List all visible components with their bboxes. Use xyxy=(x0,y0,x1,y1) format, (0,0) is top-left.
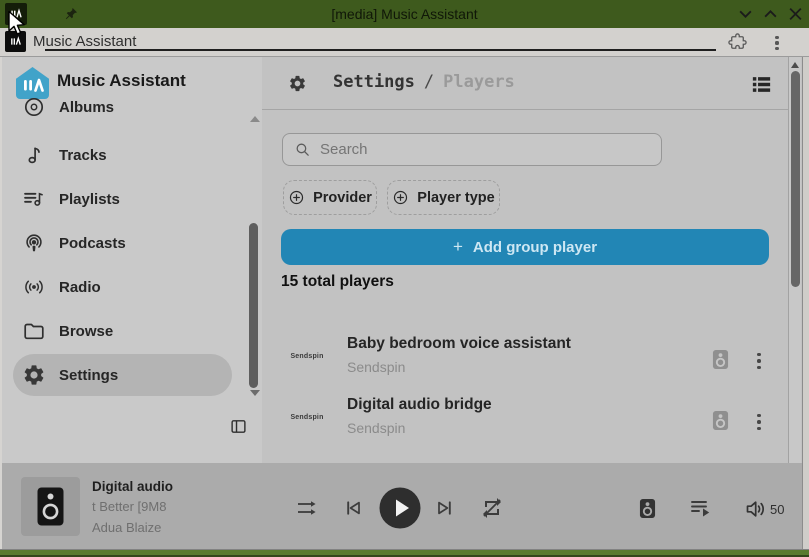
breadcrumb-separator: / xyxy=(424,72,434,92)
volume-icon[interactable] xyxy=(744,497,768,521)
plus-icon: + xyxy=(453,237,463,257)
radio-waves-icon xyxy=(22,275,46,299)
sidebar-item-label: Playlists xyxy=(59,191,120,208)
speaker-icon[interactable] xyxy=(712,410,729,431)
sidebar-item-albums[interactable]: Albums xyxy=(2,98,248,129)
album-icon xyxy=(22,98,46,119)
now-playing-artist: Adua Blaize xyxy=(92,520,161,535)
view-list-icon[interactable] xyxy=(752,76,771,93)
gear-icon xyxy=(22,363,46,387)
app-favicon xyxy=(5,31,26,52)
provider-logo: Sendspin xyxy=(282,414,332,421)
search-box xyxy=(282,133,662,166)
sidebar-item-browse[interactable]: Browse xyxy=(2,309,248,353)
filter-chip-label: Player type xyxy=(417,190,494,206)
search-input[interactable] xyxy=(320,141,661,158)
total-players-count: 15 total players xyxy=(281,273,394,291)
app-toolbar: Music Assistant xyxy=(0,28,809,57)
sidebar-scroll-down-arrow[interactable] xyxy=(250,390,260,396)
sidebar-item-podcasts[interactable]: Podcasts xyxy=(2,221,248,265)
scroll-up-arrow[interactable] xyxy=(791,62,799,68)
sidebar-item-tracks[interactable]: Tracks xyxy=(2,133,248,177)
window-maximize-button[interactable] xyxy=(763,7,778,21)
speaker-icon[interactable] xyxy=(712,349,729,370)
active-player-speaker-icon[interactable] xyxy=(639,498,656,519)
queue-music-icon xyxy=(22,187,46,211)
window-close-button[interactable] xyxy=(788,7,803,21)
app-window: [media] Music Assistant Music Assistant xyxy=(0,0,809,557)
player-row[interactable]: Sendspin Baby bedroom voice assistant Se… xyxy=(262,329,788,391)
main-scrollbar[interactable] xyxy=(788,57,801,463)
search-icon xyxy=(294,141,311,158)
sidebar-item-playlists[interactable]: Playlists xyxy=(2,177,248,221)
album-art[interactable] xyxy=(21,477,80,536)
filter-provider-chip[interactable]: Provider xyxy=(283,180,377,215)
player-row[interactable]: Sendspin Digital audio bridge Sendspin xyxy=(262,390,788,452)
window-shade-button[interactable] xyxy=(738,7,753,21)
breadcrumb-settings[interactable]: Settings xyxy=(333,72,415,92)
sidebar-item-label: Tracks xyxy=(59,147,107,164)
add-group-player-button[interactable]: + Add group player xyxy=(281,229,769,265)
sidebar-item-radio[interactable]: Radio xyxy=(2,265,248,309)
sidebar: Music Assistant Albums Tracks xyxy=(2,57,262,463)
add-group-player-label: Add group player xyxy=(473,239,597,256)
podcast-icon xyxy=(22,231,46,255)
window-frame-right xyxy=(802,57,809,549)
speaker-art-icon xyxy=(37,487,64,526)
queue-playlist-icon[interactable] xyxy=(689,497,713,520)
main-content: Settings / Players Provider xyxy=(262,57,788,463)
sidebar-item-label: Browse xyxy=(59,323,113,340)
shuffle-disabled-icon[interactable] xyxy=(294,496,319,520)
kebab-menu-icon[interactable] xyxy=(752,409,766,435)
toolbar-app-title: Music Assistant xyxy=(33,28,136,56)
header-divider xyxy=(262,109,788,110)
loading-progress-bar xyxy=(45,49,716,51)
player-name: Digital audio bridge xyxy=(347,396,492,414)
music-assistant-logo-icon xyxy=(14,66,51,100)
settings-gear-icon xyxy=(288,74,307,93)
next-track-icon[interactable] xyxy=(433,496,457,520)
sidebar-item-label: Settings xyxy=(59,367,118,384)
toolbar-overflow-menu-icon[interactable] xyxy=(771,34,783,52)
window-titlebar: [media] Music Assistant xyxy=(0,0,809,28)
plus-circle-icon xyxy=(288,189,305,206)
player-bar: Digital audio t Better [9M8 Adua Blaize xyxy=(2,463,802,549)
sidebar-item-settings[interactable]: Settings xyxy=(2,353,248,397)
previous-track-icon[interactable] xyxy=(341,496,365,520)
filter-player-type-chip[interactable]: Player type xyxy=(387,180,500,215)
window-frame-left xyxy=(0,57,2,549)
folder-icon xyxy=(22,319,46,343)
player-name: Baby bedroom voice assistant xyxy=(347,335,571,353)
collapse-sidebar-icon[interactable] xyxy=(230,418,247,435)
sidebar-item-label: Albums xyxy=(59,99,114,116)
main-scrollbar-thumb[interactable] xyxy=(791,71,800,287)
music-note-icon xyxy=(22,143,46,167)
now-playing-subtitle: t Better [9M8 xyxy=(92,499,166,514)
sidebar-scroll-up-arrow[interactable] xyxy=(250,116,260,122)
repeat-off-icon[interactable] xyxy=(480,496,504,520)
play-button[interactable] xyxy=(379,487,421,529)
player-provider: Sendspin xyxy=(347,420,405,436)
kebab-menu-icon[interactable] xyxy=(752,348,766,374)
filter-chip-label: Provider xyxy=(313,190,372,206)
sidebar-item-label: Radio xyxy=(59,279,101,296)
plus-circle-icon xyxy=(392,189,409,206)
sidebar-item-label: Podcasts xyxy=(59,235,126,252)
sidebar-nav: Albums Tracks Playlists xyxy=(2,98,248,403)
provider-logo: Sendspin xyxy=(282,353,332,360)
now-playing-title: Digital audio xyxy=(92,479,173,494)
window-title: [media] Music Assistant xyxy=(0,0,809,28)
breadcrumb-players: Players xyxy=(443,72,515,92)
volume-level: 50 xyxy=(770,502,784,517)
extension-puzzle-icon[interactable] xyxy=(727,32,748,53)
sidebar-scrollbar-thumb[interactable] xyxy=(249,223,258,388)
player-provider: Sendspin xyxy=(347,359,405,375)
breadcrumb: Settings / Players xyxy=(333,72,515,92)
sidebar-brand-title: Music Assistant xyxy=(57,71,186,91)
